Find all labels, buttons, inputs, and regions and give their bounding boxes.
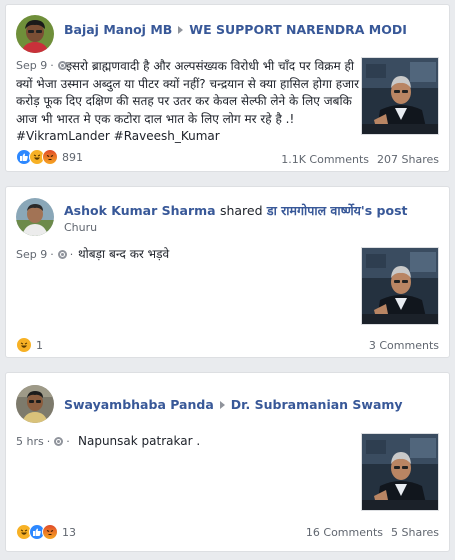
reaction-count: 891 (62, 150, 83, 164)
reaction-count: 13 (62, 525, 76, 539)
post-text: इसरो ब्राह्मणवादी है और अल्पसंख्यक विरोध… (16, 59, 360, 143)
globe-icon (54, 437, 64, 446)
post-text: थोबड़ा बन्द कर भड़वे (78, 247, 170, 261)
post-header: Swayambhaba Panda Dr. Subramanian Swamy (64, 397, 403, 412)
video-thumbnail[interactable] (361, 57, 439, 135)
post-header: Bajaj Manoj MB WE SUPPORT NARENDRA MODI (64, 22, 407, 37)
avatar[interactable] (16, 15, 54, 53)
author-link[interactable]: Bajaj Manoj MB (64, 22, 172, 37)
target-profile-link[interactable]: Dr. Subramanian Swamy (231, 397, 403, 412)
engagement-counts: 1.1K Comments 207 Shares (281, 153, 439, 166)
angry-icon (42, 149, 58, 165)
avatar[interactable] (16, 198, 54, 236)
post-card: Swayambhaba Panda Dr. Subramanian Swamy 5… (5, 372, 450, 552)
reaction-count: 1 (36, 338, 43, 352)
reaction-summary[interactable]: 13 (16, 524, 76, 540)
shared-label: shared (219, 203, 263, 218)
post-text: Napunsak patrakar . (78, 434, 201, 448)
post-header: Ashok Kumar Sharma shared डा रामगोपाल वा… (64, 202, 408, 219)
original-post-link[interactable]: डा रामगोपाल वार्ष्णेय's post (267, 203, 408, 218)
angry-icon (42, 524, 58, 540)
video-thumbnail[interactable] (361, 433, 439, 511)
comments-count[interactable]: 3 Comments (369, 339, 439, 352)
author-link[interactable]: Swayambhaba Panda (64, 397, 214, 412)
haha-icon (16, 337, 32, 353)
reaction-summary[interactable]: 891 (16, 149, 83, 165)
comments-count[interactable]: 1.1K Comments (281, 153, 369, 166)
engagement-counts: 16 Comments 5 Shares (306, 526, 439, 539)
timestamp[interactable]: Sep 9 (16, 248, 47, 261)
post-meta: 5 hrs · · (16, 435, 70, 448)
shares-count[interactable]: 5 Shares (391, 526, 439, 539)
arrow-right-icon (178, 26, 184, 34)
video-thumbnail[interactable] (361, 247, 439, 325)
shares-count[interactable]: 207 Shares (377, 153, 439, 166)
location-text[interactable]: Churu (64, 221, 97, 234)
arrow-right-icon (219, 401, 225, 409)
globe-icon (57, 250, 67, 259)
timestamp[interactable]: 5 hrs (16, 435, 44, 448)
comments-count[interactable]: 16 Comments (306, 526, 383, 539)
author-link[interactable]: Ashok Kumar Sharma (64, 203, 216, 218)
post-meta: Sep 9 · · (16, 248, 74, 261)
avatar[interactable] (16, 385, 54, 423)
group-link[interactable]: WE SUPPORT NARENDRA MODI (189, 22, 407, 37)
engagement-counts: 3 Comments (369, 339, 439, 352)
post-card: Bajaj Manoj MB WE SUPPORT NARENDRA MODI S… (5, 4, 450, 172)
post-card: Ashok Kumar Sharma shared डा रामगोपाल वा… (5, 186, 450, 358)
reaction-summary[interactable]: 1 (16, 337, 43, 353)
